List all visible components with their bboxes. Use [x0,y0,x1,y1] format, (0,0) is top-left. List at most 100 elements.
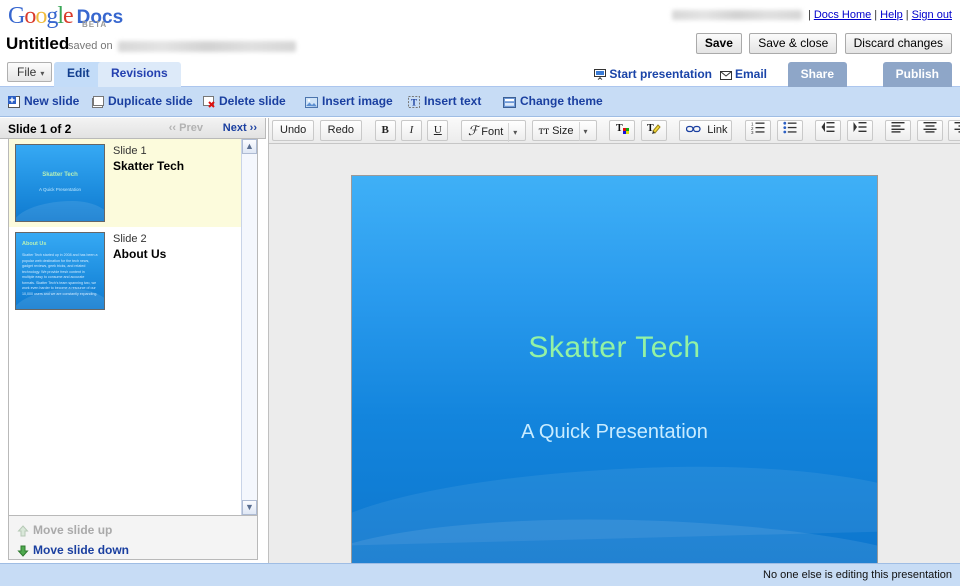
slide-panel-header: Slide 1 of 2 ‹‹ Prev Next ›› [0,118,266,139]
bold-button[interactable]: B [375,120,396,141]
move-slide-down-label: Move slide down [33,543,129,557]
insert-image-label: Insert image [322,94,393,108]
slide-canvas[interactable]: Skatter Tech A Quick Presentation [269,145,960,563]
google-docs-presentation-editor: GoogleDocs BETA Untitled saved on |Docs … [0,0,960,586]
size-label: Size [552,125,573,137]
scroll-up-icon[interactable]: ▲ [242,139,257,154]
undo-button[interactable]: Undo [272,120,314,141]
align-left-button[interactable] [885,120,911,141]
delete-slide-button[interactable]: Delete slide [203,94,286,108]
theme-icon [503,97,516,108]
new-slide-button[interactable]: New slide [8,94,79,108]
slide-meta: Slide 1 Skatter Tech [113,144,184,222]
insert-text-button[interactable]: T Insert text [408,94,481,108]
slide-number: Slide 1 [113,144,184,158]
move-slide-up-button[interactable]: Move slide up [17,523,112,537]
numbered-list-icon: 123 [751,121,765,134]
start-presentation-label: Start presentation [609,67,712,81]
duplicate-slide-icon [92,96,104,108]
link-button[interactable]: Link [679,120,732,141]
align-right-button[interactable] [948,120,960,141]
thumb-wave-decor [15,201,105,222]
arrow-down-icon [17,545,29,557]
duplicate-slide-button[interactable]: Duplicate slide [92,94,193,108]
tab-publish[interactable]: Publish [883,62,952,87]
chevron-down-icon: ▾ [508,123,521,142]
link-separator-3: | [906,9,909,21]
change-theme-label: Change theme [520,94,603,108]
align-center-button[interactable] [917,120,943,141]
document-title[interactable]: Untitled [6,34,69,54]
email-action[interactable]: Email [720,67,767,81]
save-and-close-button[interactable]: Save & close [749,33,837,54]
delete-slide-label: Delete slide [219,94,286,108]
redo-button[interactable]: Redo [320,120,362,141]
outdent-icon [821,121,835,133]
slide-subtitle-text[interactable]: A Quick Presentation [352,421,877,444]
slide-thumbnail-2[interactable]: About Us Skatter Tech started up in 2008… [15,232,105,310]
slide-panel: Slide 1 of 2 ‹‹ Prev Next ›› Skatter Tec… [0,118,266,563]
move-slide-controls: Move slide up Move slide down [8,516,258,560]
thumb-title: Skatter Tech [16,172,104,178]
tab-revisions[interactable]: Revisions [98,62,181,87]
font-icon: ℱ [468,123,478,138]
tab-edit[interactable]: Edit [54,62,103,87]
scroll-down-icon[interactable]: ▼ [242,500,257,515]
numbered-list-button[interactable]: 123 [745,120,771,141]
slide-list-scrollbar[interactable]: ▲ ▼ [241,139,257,515]
list-item[interactable]: About Us Skatter Tech started up in 2008… [9,227,257,315]
next-slide-link[interactable]: Next ›› [223,122,257,134]
align-center-icon [923,121,937,133]
italic-button[interactable]: I [401,120,422,141]
indent-button[interactable] [847,120,873,141]
envelope-icon [720,71,732,80]
svg-text:T: T [616,123,623,134]
underline-button[interactable]: U [427,120,448,141]
new-slide-icon [8,96,20,108]
move-slide-down-button[interactable]: Move slide down [17,543,129,557]
link-separator-1: | [808,9,811,21]
prev-slide-link[interactable]: ‹‹ Prev [169,122,203,134]
insert-text-label: Insert text [424,94,481,108]
file-menu-label: File [17,65,36,79]
bullet-list-icon [783,121,797,134]
start-presentation-action[interactable]: Start presentation [594,67,712,81]
size-selector[interactable]: ᴛᴛSize ▾ [532,120,597,141]
outdent-button[interactable] [815,120,841,141]
text-color-icon: T [615,121,629,136]
thumb-title: About Us [22,241,46,247]
arrow-up-icon [17,525,29,537]
slide-number: Slide 2 [113,232,166,246]
text-color-button[interactable]: T [609,120,635,141]
bullet-list-button[interactable] [777,120,803,141]
insert-image-button[interactable]: Insert image [305,94,393,108]
discard-changes-button[interactable]: Discard changes [845,33,952,54]
link-separator-2: | [874,9,877,21]
tab-share[interactable]: Share [788,62,847,87]
help-link[interactable]: Help [880,9,903,21]
slide-name: Skatter Tech [113,158,184,174]
slide-counter: Slide 1 of 2 [8,122,71,136]
chevron-down-icon: ▾ [579,122,592,141]
page-header: GoogleDocs BETA Untitled saved on |Docs … [0,0,960,58]
docs-home-link[interactable]: Docs Home [814,9,871,21]
thumb-body: Skatter Tech started up in 2008 and has … [22,253,98,298]
presentation-screen-icon [594,69,606,80]
save-button[interactable]: Save [696,33,742,54]
slide-editor: Undo Redo B I U ℱFont ▾ ᴛᴛSize ▾ T T [268,118,960,563]
highlighter-pen-icon: T [647,121,661,136]
sign-out-link[interactable]: Sign out [912,9,952,21]
chevron-down-icon: ▾ [40,69,44,78]
slide-list[interactable]: Skatter Tech A Quick Presentation Slide … [8,139,258,516]
list-item[interactable]: Skatter Tech A Quick Presentation Slide … [9,139,257,227]
indent-icon [853,121,867,133]
size-icon: ᴛᴛ [539,123,550,137]
font-label: Font [481,126,503,138]
change-theme-button[interactable]: Change theme [503,94,603,108]
slide-thumbnail-1[interactable]: Skatter Tech A Quick Presentation [15,144,105,222]
font-selector[interactable]: ℱFont ▾ [461,120,526,141]
file-menu-button[interactable]: File ▾ [7,62,52,82]
highlight-color-button[interactable]: T [641,120,667,141]
active-slide[interactable]: Skatter Tech A Quick Presentation [351,175,878,565]
slide-title-text[interactable]: Skatter Tech [352,331,877,365]
